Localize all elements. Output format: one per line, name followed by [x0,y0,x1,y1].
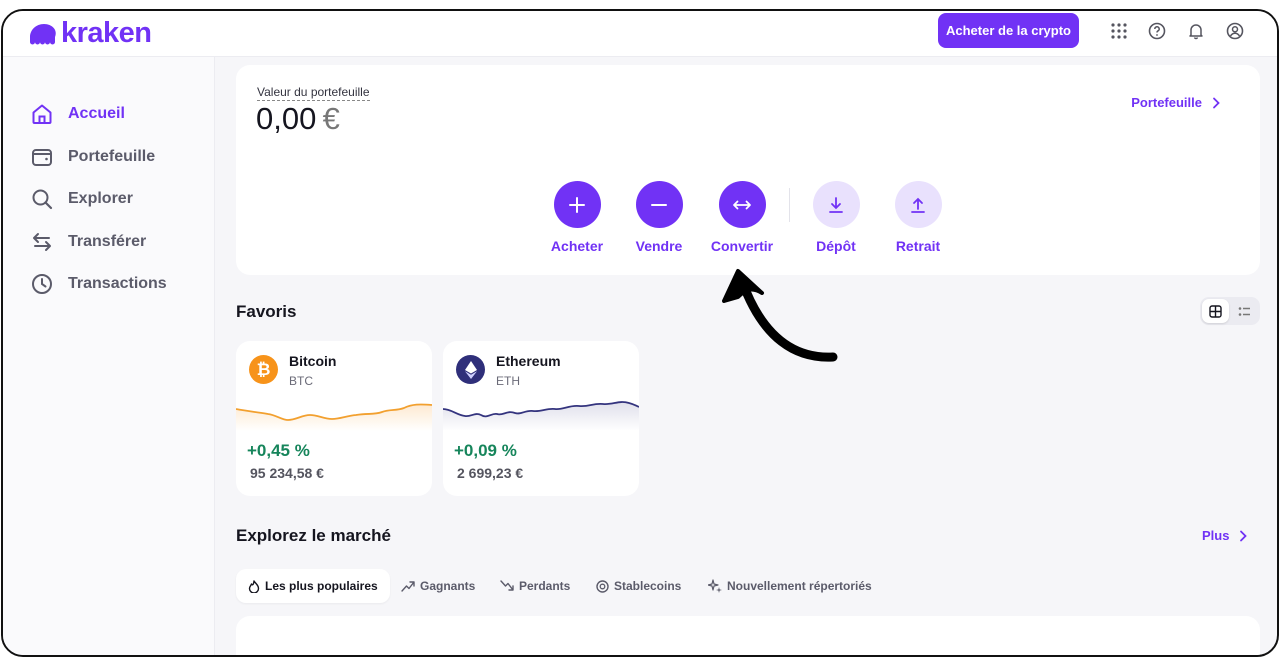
help-icon[interactable] [1148,22,1166,40]
sidebar-item-explorer[interactable]: Explorer [30,184,133,214]
portfolio-value-label[interactable]: Valeur du portefeuille [257,85,370,101]
bitcoin-icon: ₿ [249,355,278,384]
market-more-link[interactable]: Plus [1202,528,1248,543]
sidebar-item-transferer[interactable]: Transférer [30,227,146,257]
grid-view-icon [1209,304,1222,318]
convert-action-button[interactable] [718,181,766,228]
ethereum-sparkline [443,401,639,431]
list-view-icon [1238,306,1250,316]
deposit-action-label: Dépôt [816,238,856,254]
tab-label: Stablecoins [614,579,682,593]
asset-symbol: ETH [496,374,520,388]
search-icon [32,189,53,210]
bell-icon[interactable] [1187,22,1205,40]
bitcoin-sparkline [236,403,432,431]
grid-view-button[interactable] [1202,299,1229,323]
asset-price: 95 234,58 € [250,465,324,481]
withdraw-action-button[interactable] [894,181,942,228]
sell-action-button[interactable] [635,181,683,228]
transfer-icon [33,233,51,251]
sidebar-item-label: Portefeuille [68,148,156,165]
tab-label: Gagnants [420,579,476,593]
flame-icon [248,579,260,593]
portfolio-currency: € [322,101,340,136]
list-view-button[interactable] [1231,299,1258,323]
market-list-card [236,616,1260,655]
home-icon [32,104,52,124]
market-more-label: Plus [1202,528,1230,543]
coin-icon [596,579,609,593]
tab-stablecoins[interactable]: Stablecoins [596,569,681,603]
asset-name: Ethereum [496,353,561,369]
sidebar-item-accueil[interactable]: Accueil [30,99,125,129]
buy-action[interactable]: Acheter [537,181,617,254]
trend-down-icon [500,580,514,591]
asset-change: +0,09 % [454,441,517,460]
market-title: Explorez le marché [236,526,391,545]
sidebar-item-label: Accueil [68,105,125,122]
sell-action[interactable]: Vendre [619,181,699,254]
account-icon[interactable] [1226,22,1244,40]
convert-arrows-icon [733,200,751,209]
portfolio-card: Valeur du portefeuille 0,00 € Portefeuil… [236,65,1260,275]
trend-up-icon [401,581,415,592]
annotation-arrow-icon [722,269,838,362]
sidebar: Accueil Portefeuille Explorer Transférer… [3,57,215,655]
sidebar-item-label: Transactions [68,275,167,292]
withdraw-action[interactable]: Retrait [878,181,958,254]
sidebar-item-label: Explorer [68,190,133,207]
asset-name: Bitcoin [289,353,337,369]
sell-action-label: Vendre [635,238,683,254]
asset-symbol: BTC [289,374,313,388]
apps-grid-icon[interactable] [1110,22,1128,40]
plus-icon [569,196,585,213]
favorite-card-ethereum[interactable]: Ethereum ETH +0,09 % 2 699,23 € [443,341,639,496]
tab-perdants[interactable]: Perdants [500,569,570,603]
sidebar-item-label: Transférer [68,233,147,250]
clock-icon [32,274,52,294]
portfolio-value: 0,00 € [256,101,340,137]
portfolio-link[interactable]: Portefeuille [1131,95,1220,110]
withdraw-action-label: Retrait [895,238,941,254]
tab-gagnants[interactable]: Gagnants [401,569,475,603]
kraken-logo-icon [30,23,56,44]
ethereum-icon [456,355,485,384]
tab-label: Nouvellement répertoriés [727,579,872,593]
sparkle-icon [708,579,722,593]
buy-action-button[interactable] [553,181,601,228]
tab-les-plus-populaires[interactable]: Les plus populaires [236,569,390,603]
portfolio-amount: 0,00 [256,101,317,136]
deposit-action-button[interactable] [812,181,860,228]
tab-label: Perdants [519,579,571,593]
app-window: kraken Acheter de la crypto Accueil Port… [1,9,1279,657]
favorite-card-bitcoin[interactable]: ₿ Bitcoin BTC +0,45 % 95 234,58 € [236,341,432,496]
tab-nouvellement-repertories[interactable]: Nouvellement répertoriés [708,569,872,603]
buy-action-label: Acheter [550,238,604,254]
view-toggle [1200,297,1260,325]
sidebar-item-portefeuille[interactable]: Portefeuille [30,142,155,172]
minus-icon [651,203,667,206]
asset-change: +0,45 % [247,441,310,460]
actions-divider [789,188,790,222]
chevron-right-icon [1213,97,1220,108]
convert-action[interactable]: Convertir [702,181,782,254]
top-bar: kraken Acheter de la crypto [3,11,1277,57]
favorites-title: Favoris [236,302,297,321]
download-icon [829,196,843,213]
upload-icon [911,197,925,213]
deposit-action[interactable]: Dépôt [796,181,876,254]
convert-action-label: Convertir [710,238,774,254]
tab-label: Les plus populaires [265,579,378,593]
kraken-logo[interactable]: kraken [29,17,152,50]
wallet-icon [32,149,52,166]
asset-price: 2 699,23 € [457,465,524,481]
chevron-right-icon [1240,530,1248,541]
sidebar-item-transactions[interactable]: Transactions [30,269,167,299]
portfolio-link-label: Portefeuille [1131,95,1202,110]
buy-crypto-button[interactable]: Acheter de la crypto [938,13,1079,48]
brand-name: kraken [61,17,152,49]
